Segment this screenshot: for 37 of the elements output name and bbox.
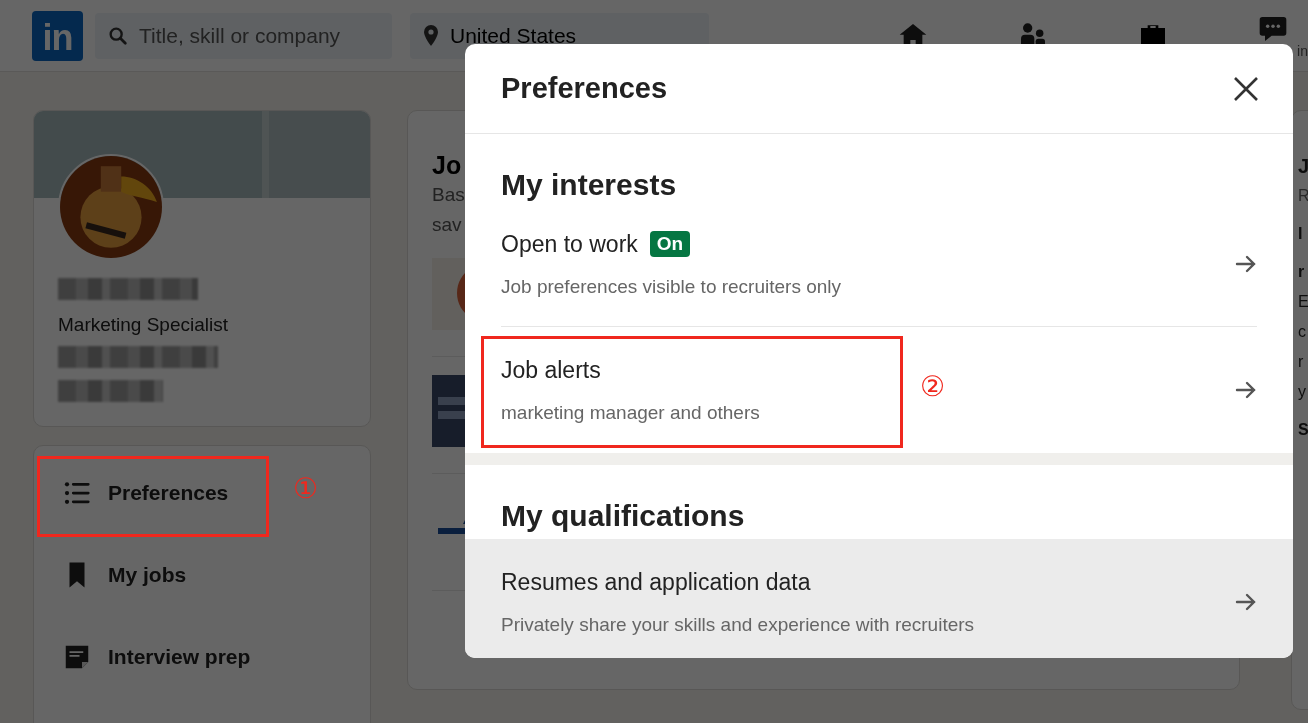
card-text: E bbox=[1298, 292, 1308, 312]
annotation-number: ② bbox=[920, 370, 946, 403]
card-subtitle: sav bbox=[432, 213, 462, 237]
section-heading: My qualifications bbox=[501, 499, 745, 533]
row-subtitle: Privately share your skills and experience with recruiters bbox=[501, 613, 976, 636]
card-text: r bbox=[1298, 352, 1304, 372]
annotation-number: ① bbox=[293, 472, 319, 505]
card-text: J bbox=[1298, 154, 1308, 179]
row-subtitle: Job preferences visible to recruiters only bbox=[501, 275, 843, 298]
sidebar-item[interactable]: Preferences bbox=[62, 468, 229, 518]
card-text: c bbox=[1298, 322, 1306, 342]
location-pin-icon bbox=[422, 23, 440, 48]
search-field[interactable]: Title, skill or company bbox=[95, 12, 392, 59]
card-text: S bbox=[1298, 420, 1308, 440]
row-title: Resumes and application data bbox=[501, 568, 811, 596]
sidebar-item[interactable]: My jobs bbox=[62, 550, 187, 600]
card-subtitle: Bas bbox=[432, 183, 465, 207]
card-text: R bbox=[1298, 186, 1308, 206]
profile-headline: Marketing Specialist bbox=[58, 314, 230, 336]
row-title: Job alerts bbox=[501, 356, 601, 384]
close-icon bbox=[1233, 75, 1259, 102]
status-badge: On bbox=[649, 231, 691, 257]
section-heading: My interests bbox=[501, 168, 677, 202]
dialog-title: Preferences bbox=[501, 72, 668, 105]
card-text: I bbox=[1298, 224, 1303, 244]
card-title: Jo bbox=[432, 151, 462, 180]
nav-label: in bbox=[1297, 42, 1308, 59]
sidebar-item[interactable]: Interview prep bbox=[62, 632, 251, 682]
preference-row[interactable]: Resumes and application data Privately share your skills and experience with recruiters bbox=[465, 539, 1293, 658]
linkedin-logo[interactable]: in bbox=[32, 10, 83, 61]
arrow-right-icon bbox=[1235, 254, 1257, 274]
row-subtitle: marketing manager and others bbox=[501, 401, 761, 424]
card-text: r bbox=[1298, 262, 1305, 282]
card-text: y bbox=[1298, 382, 1306, 402]
row-title: Open to work bbox=[501, 230, 638, 258]
arrow-right-icon bbox=[1235, 380, 1257, 400]
arrow-right-icon bbox=[1235, 592, 1257, 612]
